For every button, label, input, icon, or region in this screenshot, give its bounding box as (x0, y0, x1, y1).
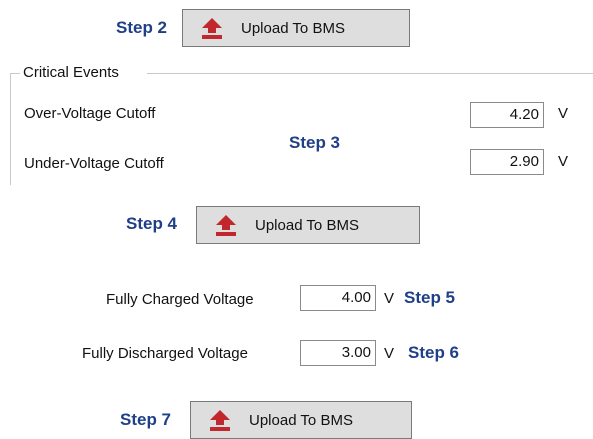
upload-icon (199, 16, 225, 40)
fully-discharged-input[interactable]: 3.00 (300, 340, 376, 366)
fully-discharged-unit: V (384, 345, 395, 362)
step-5-label: Step 5 (404, 288, 456, 307)
step-3-label: Step 3 (289, 133, 341, 152)
under-voltage-unit: V (558, 153, 569, 170)
upload-icon (213, 213, 239, 237)
over-voltage-input[interactable]: 4.20 (470, 102, 544, 128)
group-border-top-right (147, 73, 593, 74)
group-border-top-left (10, 73, 20, 74)
upload-button-label: Upload To BMS (249, 411, 353, 429)
group-border-left (10, 73, 11, 185)
step-7-label: Step 7 (120, 410, 172, 429)
fully-discharged-label: Fully Discharged Voltage (82, 345, 248, 362)
step-4-label: Step 4 (126, 214, 178, 233)
upload-icon (207, 408, 233, 432)
fully-charged-label: Fully Charged Voltage (106, 291, 254, 308)
upload-to-bms-button-2[interactable]: Upload To BMS (196, 206, 420, 244)
upload-to-bms-button-3[interactable]: Upload To BMS (190, 401, 412, 439)
critical-events-title: Critical Events (23, 64, 119, 81)
fully-charged-unit: V (384, 290, 395, 307)
over-voltage-label: Over-Voltage Cutoff (24, 105, 156, 122)
upload-button-label: Upload To BMS (255, 216, 359, 234)
step-6-label: Step 6 (408, 343, 460, 362)
upload-button-label: Upload To BMS (241, 19, 345, 37)
step-2-label: Step 2 (116, 18, 168, 37)
upload-to-bms-button-1[interactable]: Upload To BMS (182, 9, 410, 47)
over-voltage-unit: V (558, 105, 569, 122)
fully-charged-input[interactable]: 4.00 (300, 285, 376, 311)
under-voltage-input[interactable]: 2.90 (470, 149, 544, 175)
under-voltage-label: Under-Voltage Cutoff (24, 155, 164, 172)
